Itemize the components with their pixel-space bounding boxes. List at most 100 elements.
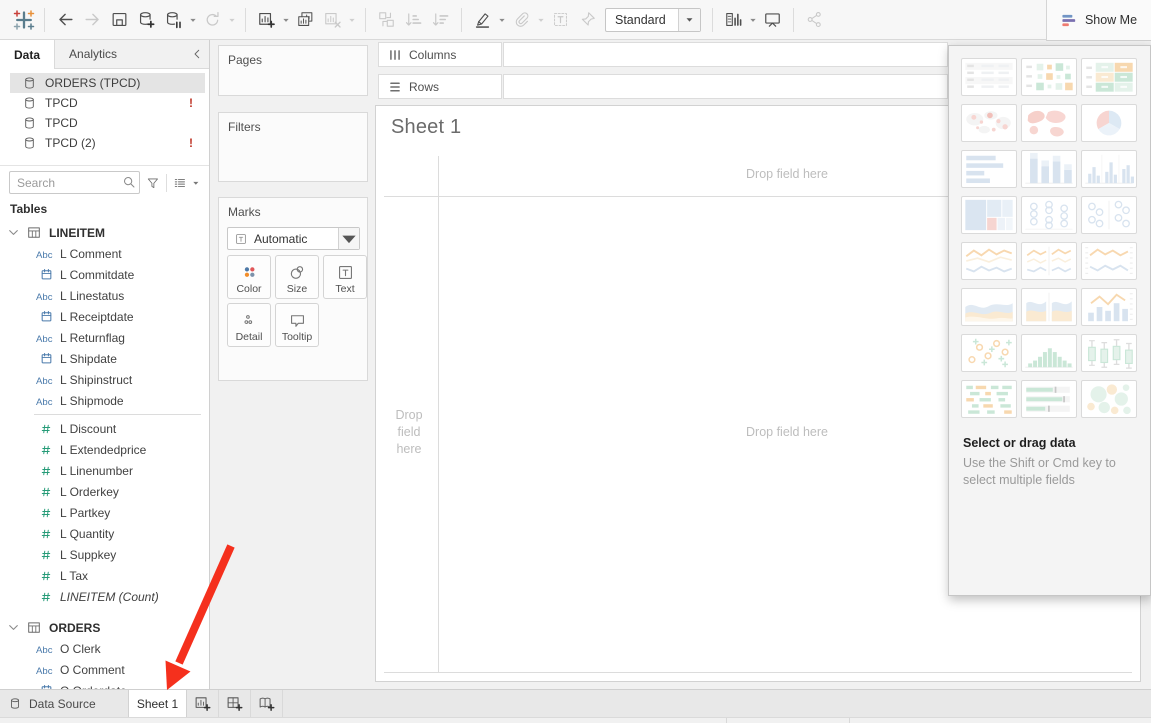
new-worksheet-button[interactable] <box>253 6 280 33</box>
showme-circle-views-thumbnail[interactable] <box>1021 196 1077 234</box>
show-hide-cards-button-caret-icon[interactable] <box>747 6 759 33</box>
show-mark-labels-button[interactable] <box>547 6 574 33</box>
filters-shelf[interactable]: Filters <box>218 112 368 182</box>
new-worksheet-tab-button[interactable] <box>187 690 219 717</box>
run-update-button-caret-icon[interactable] <box>226 6 238 33</box>
showme-gantt-thumbnail[interactable] <box>961 380 1017 418</box>
sort-descending-button[interactable] <box>427 6 454 33</box>
mark-type-select[interactable]: Automatic <box>227 227 360 250</box>
showme-dual-combination-thumbnail[interactable] <box>1081 288 1137 326</box>
field-item[interactable]: L Orderkey <box>0 481 209 502</box>
field-item[interactable]: AbcL Comment <box>0 243 209 264</box>
table-item-lineitem[interactable]: LINEITEM <box>0 222 209 243</box>
field-item[interactable]: AbcO Clerk <box>0 638 209 659</box>
chevron-down-icon[interactable] <box>7 226 20 239</box>
field-item[interactable]: AbcL Linestatus <box>0 285 209 306</box>
data-source-tab[interactable]: Data Source <box>0 690 129 717</box>
field-item[interactable]: L Discount <box>0 418 209 439</box>
fit-select[interactable]: Standard <box>605 8 701 32</box>
field-item[interactable]: L Quantity <box>0 523 209 544</box>
sort-ascending-button[interactable] <box>400 6 427 33</box>
fix-axes-button[interactable] <box>574 6 601 33</box>
rows-shelf[interactable] <box>503 74 948 99</box>
showme-histogram-thumbnail[interactable] <box>1021 334 1077 372</box>
highlight-button[interactable] <box>469 6 496 33</box>
pause-auto-updates-button[interactable] <box>160 6 187 33</box>
search-input[interactable] <box>9 171 140 194</box>
sheet1-tab[interactable]: Sheet 1 <box>129 690 187 717</box>
show-hide-cards-button[interactable] <box>720 6 747 33</box>
group-members-button[interactable] <box>508 6 535 33</box>
field-item[interactable]: L Partkey <box>0 502 209 523</box>
save-button[interactable] <box>106 6 133 33</box>
showme-area-discrete-thumbnail[interactable] <box>1021 288 1077 326</box>
duplicate-sheet-button[interactable] <box>292 6 319 33</box>
showme-lines-continuous-thumbnail[interactable] <box>961 242 1017 280</box>
fit-select-caret-icon[interactable] <box>678 9 700 31</box>
datasource-item[interactable]: TPCD (2)! <box>10 133 205 153</box>
showme-area-continuous-thumbnail[interactable] <box>961 288 1017 326</box>
field-item[interactable]: L Linenumber <box>0 460 209 481</box>
columns-shelf[interactable] <box>503 42 948 67</box>
filter-fields-icon[interactable] <box>146 174 160 192</box>
marks-tooltip-button[interactable]: Tooltip <box>275 303 319 347</box>
showme-treemap-thumbnail[interactable] <box>961 196 1017 234</box>
datasource-item[interactable]: TPCD! <box>10 93 205 113</box>
showme-horizontal-bars-thumbnail[interactable] <box>961 150 1017 188</box>
field-item[interactable]: L Receiptdate <box>0 306 209 327</box>
new-worksheet-button-caret-icon[interactable] <box>280 6 292 33</box>
chevron-down-icon[interactable] <box>7 621 20 634</box>
field-item[interactable]: L Suppkey <box>0 544 209 565</box>
mark-type-caret-icon[interactable] <box>338 228 359 249</box>
field-item[interactable]: AbcL Shipmode <box>0 390 209 411</box>
view-options-icon[interactable] <box>173 174 187 192</box>
marks-color-button[interactable]: Color <box>227 255 271 299</box>
field-item[interactable]: LINEITEM (Count) <box>0 586 209 607</box>
showme-side-by-side-circles-thumbnail[interactable] <box>1081 196 1137 234</box>
showme-dual-lines-thumbnail[interactable] <box>1081 242 1137 280</box>
redo-button[interactable] <box>79 6 106 33</box>
run-update-button[interactable] <box>199 6 226 33</box>
collapse-pane-button[interactable] <box>185 40 209 68</box>
field-item[interactable]: O Orderdate <box>0 680 209 689</box>
showme-heat-map-thumbnail[interactable] <box>1021 58 1077 96</box>
drop-zone-rows[interactable]: Dropfieldhere <box>387 407 431 458</box>
new-story-tab-button[interactable] <box>251 690 283 717</box>
marks-size-button[interactable]: Size <box>275 255 319 299</box>
presentation-mode-button[interactable] <box>759 6 786 33</box>
showme-filled-map-thumbnail[interactable] <box>1021 104 1077 142</box>
field-item[interactable]: AbcL Returnflag <box>0 327 209 348</box>
new-datasource-button[interactable] <box>133 6 160 33</box>
marks-detail-button[interactable]: Detail <box>227 303 271 347</box>
tab-data[interactable]: Data <box>0 40 55 69</box>
showme-text-table-thumbnail[interactable] <box>961 58 1017 96</box>
showme-lines-discrete-thumbnail[interactable] <box>1021 242 1077 280</box>
showme-pie-chart-thumbnail[interactable] <box>1081 104 1137 142</box>
share-workbook-button[interactable] <box>801 6 828 33</box>
new-dashboard-tab-button[interactable] <box>219 690 251 717</box>
showme-bullet-graph-thumbnail[interactable] <box>1021 380 1077 418</box>
swap-rows-columns-button[interactable] <box>373 6 400 33</box>
table-item-orders[interactable]: ORDERS <box>0 617 209 638</box>
datasource-item[interactable]: ORDERS (TPCD) <box>10 73 205 93</box>
clear-sheet-button[interactable] <box>319 6 346 33</box>
showme-scatter-plot-thumbnail[interactable] <box>961 334 1017 372</box>
field-item[interactable]: L Tax <box>0 565 209 586</box>
marks-text-button[interactable]: Text <box>323 255 367 299</box>
tab-analytics[interactable]: Analytics <box>55 40 131 68</box>
clear-sheet-button-caret-icon[interactable] <box>346 6 358 33</box>
showme-highlight-table-thumbnail[interactable] <box>1081 58 1137 96</box>
pause-auto-updates-button-caret-icon[interactable] <box>187 6 199 33</box>
field-item[interactable]: AbcO Comment <box>0 659 209 680</box>
showme-packed-bubbles-thumbnail[interactable] <box>1081 380 1137 418</box>
showme-symbol-map-thumbnail[interactable] <box>961 104 1017 142</box>
highlight-button-caret-icon[interactable] <box>496 6 508 33</box>
field-item[interactable]: L Shipdate <box>0 348 209 369</box>
pages-shelf[interactable]: Pages <box>218 45 368 96</box>
field-item[interactable]: L Extendedprice <box>0 439 209 460</box>
undo-button[interactable] <box>52 6 79 33</box>
showme-side-by-side-bars-thumbnail[interactable] <box>1081 150 1137 188</box>
group-members-button-caret-icon[interactable] <box>535 6 547 33</box>
datasource-item[interactable]: TPCD <box>10 113 205 133</box>
field-item[interactable]: AbcL Shipinstruct <box>0 369 209 390</box>
